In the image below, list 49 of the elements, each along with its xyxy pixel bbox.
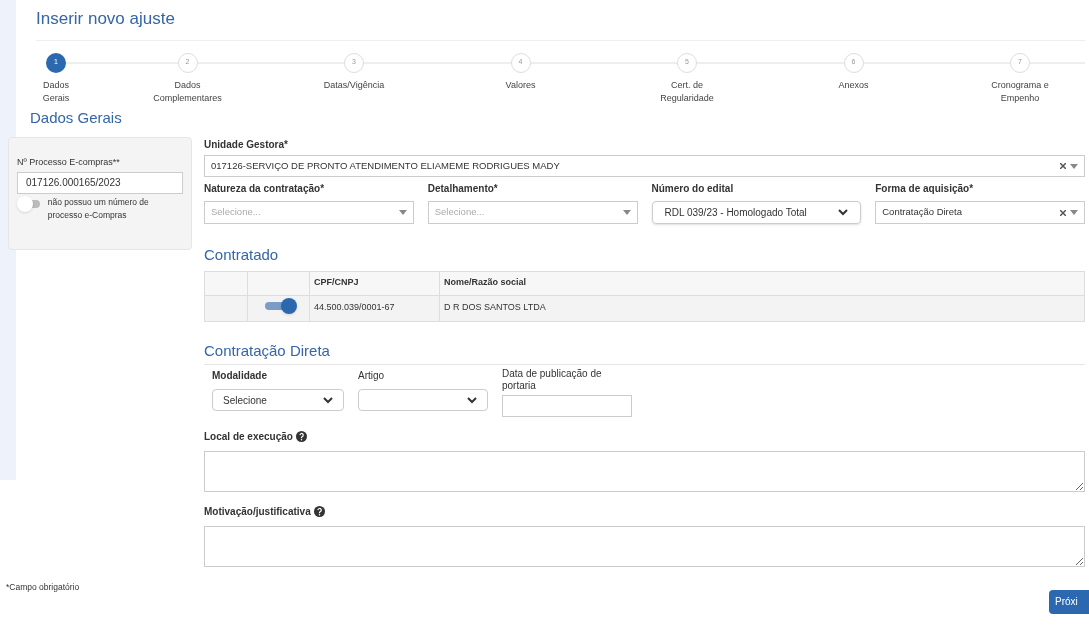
caret-icon [1070,163,1078,169]
step-label[interactable]: Dados Complementares [152,78,223,105]
text-area[interactable] [204,451,1085,492]
field-label: Número do edital [651,182,735,196]
field-label: Unidade Gestora* [204,138,289,152]
next-button[interactable]: Próxi [1049,589,1089,614]
table-cell: 44.500.039/0001-67 [309,295,440,321]
unit-select[interactable]: 017126-SERVIÇO DE PRONTO ATENDIMENTO ELIAMEME RODRIGUES MADY [204,155,1085,177]
section-title: Contratação Direta [204,339,1085,365]
date-field[interactable] [502,395,632,417]
caret-icon [622,210,631,215]
step-label[interactable]: Datas/Vigência [319,78,389,92]
select-field[interactable]: Contratação Direta [875,201,1085,224]
step-label[interactable]: Cert. de Regularidade [652,78,722,105]
chevron-icon [467,396,477,404]
step-label[interactable]: Anexos [818,78,889,92]
caret-icon [1070,210,1078,215]
help-icon [313,506,325,517]
toggle-label: não possuo um número de processo e-Compras [47,195,150,222]
field-label: Forma de aquisição* [875,182,975,196]
clear-icon [1060,209,1066,216]
caret-icon [398,210,407,215]
step-label[interactable]: Cronograma e Empenho [985,78,1055,105]
field-label: Natureza da contratação* [204,182,326,196]
section-title: Dados Gerais [30,107,123,128]
field-label: Artigo [358,369,386,383]
text-area[interactable] [204,526,1085,567]
field-label: Detalhamento* [427,182,499,196]
select-field[interactable] [358,389,488,411]
chevron-icon [838,209,849,216]
field-label: Modalidade [212,369,268,383]
clear-icon [1060,163,1066,169]
chevron-icon [323,396,333,404]
help-icon [295,431,307,442]
field-label: Local de execução [204,430,293,444]
table-cell: D R DOS SANTOS LTDA [439,295,1085,321]
page-title: Inserir novo ajuste [36,8,176,30]
field-label: Motivação/justificativa [204,505,311,519]
process-field[interactable]: 017126.000165/2023 [17,171,183,194]
required-note: *Campo obrigatório [6,581,80,594]
step-label[interactable]: Valores [485,78,556,92]
select-field[interactable]: RDL 039/23 - Homologado Total [651,201,862,224]
step-label[interactable]: Dados Gerais [38,78,74,105]
field-label: Data de publicação de portaria [502,368,603,392]
column-header: CPF/CNPJ [309,271,440,295]
section-title: Contratado [204,245,280,265]
column-header: Nome/Razão social [439,271,1085,295]
field-label: Nº Processo E-compras** [17,156,121,169]
select-field[interactable]: Selecione [212,389,344,411]
